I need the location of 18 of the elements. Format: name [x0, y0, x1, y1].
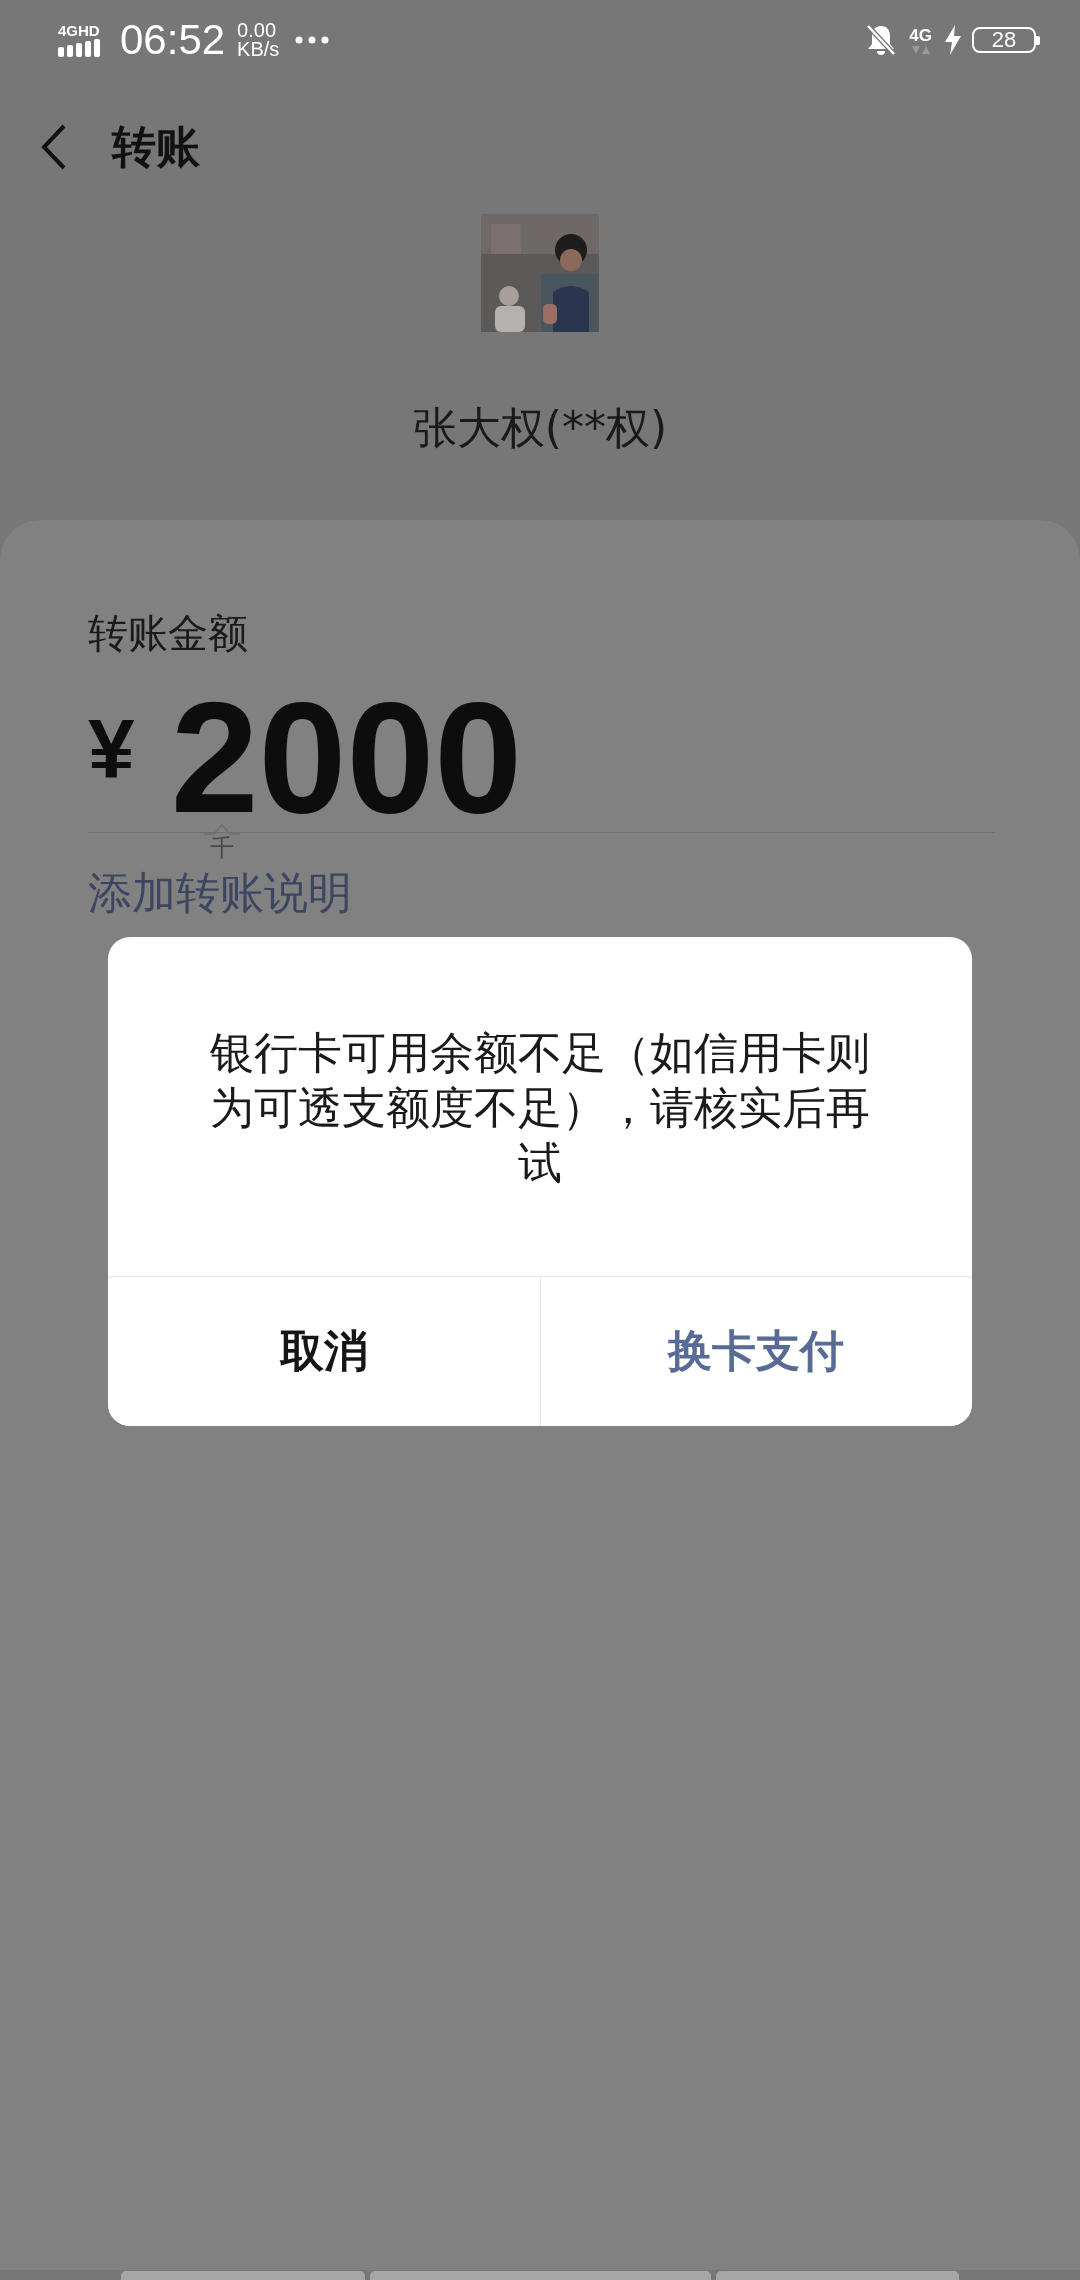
network-label: 4GHD	[58, 23, 100, 39]
signal-icon	[58, 39, 102, 57]
more-dots-icon	[295, 36, 330, 44]
back-button[interactable]	[40, 123, 68, 171]
speed-value: 0.00	[237, 21, 278, 40]
battery-level: 28	[972, 27, 1036, 53]
change-card-button[interactable]: 换卡支付	[539, 1277, 972, 1426]
currency-symbol: ¥	[88, 701, 135, 798]
recipient-name: 张大权(**权)	[412, 402, 668, 454]
speed-unit: KB/s	[237, 40, 280, 59]
charging-bolt-icon	[944, 25, 962, 55]
data-arrows-icon	[911, 46, 930, 54]
amount-field[interactable]: 2000	[170, 682, 523, 832]
bell-muted-icon	[865, 23, 898, 57]
clock-time: 06:52	[120, 16, 226, 64]
page-title: 转账	[112, 119, 200, 174]
network-type-label: 4G	[909, 26, 932, 46]
amount-label: 转账金额	[88, 609, 249, 657]
